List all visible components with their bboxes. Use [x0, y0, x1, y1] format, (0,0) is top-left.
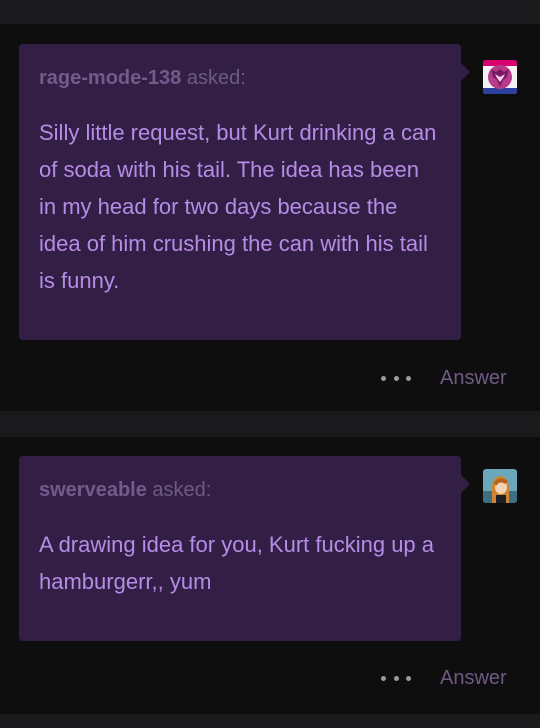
more-options-icon[interactable]	[381, 363, 411, 393]
dot	[406, 675, 411, 681]
asker-name-link[interactable]: swerveable	[39, 479, 147, 501]
post-separator	[0, 714, 540, 728]
question-text: Silly little request, but Kurt drinking …	[39, 120, 437, 293]
dot	[393, 375, 399, 381]
asker-line: swerveable asked:	[39, 476, 441, 504]
post-actions: Answer	[0, 663, 540, 693]
asked-label: asked:	[152, 479, 212, 501]
answer-button[interactable]: Answer	[440, 363, 507, 393]
ask-bubble: rage-mode-138 asked: Silly little reques…	[19, 44, 470, 340]
asker-line: rage-mode-138 asked:	[39, 64, 441, 92]
asked-label: asked:	[186, 67, 246, 89]
asker-name-link[interactable]: rage-mode-138	[39, 67, 181, 89]
ask-bubble: swerveable asked: A drawing idea for you…	[19, 456, 470, 641]
post-separator	[0, 411, 540, 437]
decepticon-insignia-icon[interactable]	[483, 60, 517, 94]
ask-post: swerveable asked: A drawing idea for you…	[0, 437, 540, 714]
dot	[381, 675, 386, 681]
ask-post: rage-mode-138 asked: Silly little reques…	[0, 24, 540, 411]
dot	[393, 675, 399, 681]
question-text: A drawing idea for you, Kurt fucking up …	[39, 532, 435, 594]
post-actions: Answer	[0, 363, 540, 393]
dot	[381, 375, 386, 381]
dot	[406, 375, 411, 381]
post-separator	[0, 0, 540, 24]
dashboard: rage-mode-138 asked: Silly little reques…	[0, 0, 540, 728]
more-options-icon[interactable]	[381, 663, 411, 693]
character-portrait-icon[interactable]	[483, 469, 517, 503]
answer-button[interactable]: Answer	[440, 663, 507, 693]
